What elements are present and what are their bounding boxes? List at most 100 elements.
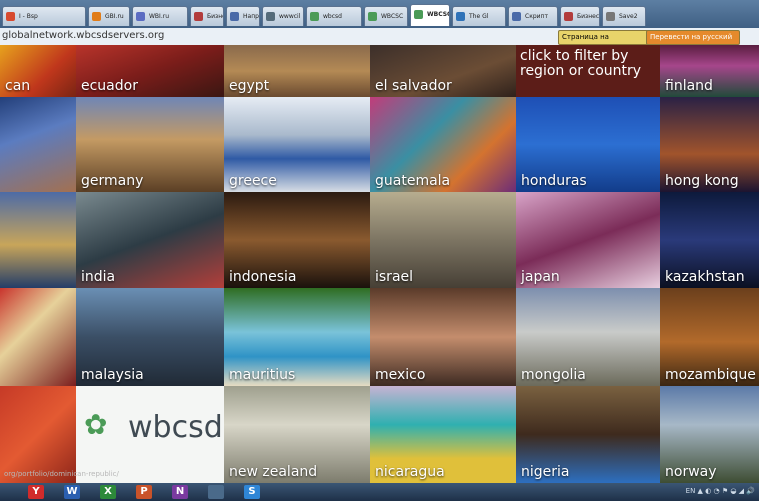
taskbar-app-icon[interactable]	[208, 485, 224, 499]
system-tray: EN ▲ ◐ ◔ ⚑ ◒ ◢ 🔊	[685, 487, 755, 495]
country-tile[interactable]: nicaragua	[370, 386, 516, 483]
browser-tab[interactable]: Бизнес	[560, 6, 600, 26]
country-label: indonesia	[229, 269, 297, 285]
translate-russian-button[interactable]: Перевести на русский	[646, 30, 740, 45]
country-tile[interactable]: norway	[660, 386, 759, 483]
country-label: india	[81, 269, 116, 285]
tab-favicon-icon	[92, 12, 101, 21]
country-label: mexico	[375, 367, 426, 383]
country-label: greece	[229, 173, 277, 189]
country-label: hong kong	[665, 173, 739, 189]
taskbar-app-icon[interactable]: W	[64, 485, 80, 499]
country-tile[interactable]: mozambique	[660, 288, 759, 386]
browser-tab[interactable]: GBI.ru	[88, 6, 130, 26]
country-tile[interactable]: mongolia	[516, 288, 660, 386]
tab-favicon-icon	[368, 12, 377, 21]
tab-favicon-icon	[266, 12, 275, 21]
country-label: el salvador	[375, 78, 452, 94]
country-tile[interactable]: guatemala	[370, 97, 516, 192]
logo-text: wbcsd	[128, 410, 223, 445]
tab-favicon-icon	[230, 12, 239, 21]
wbcsd-logo-icon: ✿	[84, 408, 108, 441]
browser-tab[interactable]: Скрипт	[508, 6, 558, 26]
country-tile[interactable]: germany	[76, 97, 224, 192]
browser-tab[interactable]: The Gl	[452, 6, 506, 26]
country-label: egypt	[229, 78, 270, 94]
browser-tab[interactable]: Бизнес	[190, 6, 224, 26]
taskbar-app-icon[interactable]: Y	[28, 485, 44, 499]
tab-label: I - Bsp	[19, 13, 38, 20]
country-label: germany	[81, 173, 144, 189]
country-tile[interactable]: greece	[224, 97, 370, 192]
country-tile[interactable]: can	[0, 45, 76, 97]
country-tile[interactable]: ecuador	[76, 45, 224, 97]
tab-label: WBCSC	[427, 11, 450, 18]
country-tile[interactable]: mauritius	[224, 288, 370, 386]
country-tile[interactable]: mexico	[370, 288, 516, 386]
country-label: israel	[375, 269, 414, 285]
tab-label: Скрипт	[525, 13, 548, 20]
country-label: malaysia	[81, 367, 144, 383]
browser-tab[interactable]: WBI.ru	[132, 6, 188, 26]
tab-label: Бизнес	[577, 13, 600, 20]
country-tile[interactable]: india	[76, 192, 224, 288]
status-url: org/portfolio/dominican-republic/	[4, 470, 119, 478]
country-tile[interactable]: el salvador	[370, 45, 516, 97]
country-tile[interactable]	[0, 97, 76, 192]
url-text[interactable]: globalnetwork.wbcsdservers.org	[2, 30, 164, 41]
tab-favicon-icon	[606, 12, 615, 21]
browser-tab-bar: I - Bsp GBI.ru WBI.ru Бизнес Напр. wwwcil wbcs…	[0, 0, 759, 28]
country-label: finland	[665, 78, 713, 94]
country-label: kazakhstan	[665, 269, 745, 285]
country-grid: can ecuador egypt el salvador click to filte…	[0, 45, 759, 483]
country-tile[interactable]: israel	[370, 192, 516, 288]
country-tile[interactable]	[0, 386, 76, 483]
country-tile[interactable]: japan	[516, 192, 660, 288]
taskbar-app-icon[interactable]: N	[172, 485, 188, 499]
tab-label: Save2	[619, 13, 638, 20]
taskbar: EN ▲ ◐ ◔ ⚑ ◒ ◢ 🔊 Y W X P N S	[0, 483, 759, 501]
country-tile[interactable]: nigeria	[516, 386, 660, 483]
filter-prompt: click to filter by region or country	[520, 48, 642, 79]
country-tile[interactable]: indonesia	[224, 192, 370, 288]
translate-english-button[interactable]: Страница на английском	[558, 30, 650, 54]
filter-region-tile[interactable]: click to filter by region or country	[516, 45, 660, 97]
tab-favicon-icon	[136, 12, 145, 21]
country-tile[interactable]: malaysia	[76, 288, 224, 386]
browser-tab[interactable]: Save2	[602, 6, 646, 26]
country-label: can	[5, 78, 31, 94]
tab-label: WBI.ru	[149, 13, 169, 20]
tab-favicon-icon	[512, 12, 521, 21]
browser-tab[interactable]: WBCSC	[364, 6, 408, 26]
taskbar-app-icon[interactable]: P	[136, 485, 152, 499]
taskbar-app-icon[interactable]: S	[244, 485, 260, 499]
wbcsd-logo-tile: ✿ wbcsd	[76, 386, 224, 483]
country-label: japan	[521, 269, 560, 285]
tab-favicon-icon	[414, 10, 423, 19]
country-label: nicaragua	[375, 464, 445, 480]
country-tile[interactable]: hong kong	[660, 97, 759, 192]
tab-label: wwwcil	[279, 13, 301, 20]
country-label: new zealand	[229, 464, 318, 480]
tab-label: WBCSC	[381, 13, 404, 20]
country-tile[interactable]	[0, 192, 76, 288]
browser-tab[interactable]: wbcsd	[306, 6, 362, 26]
address-bar[interactable]: globalnetwork.wbcsdservers.org Страница …	[0, 28, 759, 54]
country-tile[interactable]	[0, 288, 76, 386]
country-label: mauritius	[229, 367, 296, 383]
country-tile[interactable]: honduras	[516, 97, 660, 192]
country-tile[interactable]: kazakhstan	[660, 192, 759, 288]
tab-label: Напр.	[243, 13, 260, 20]
taskbar-app-icon[interactable]: X	[100, 485, 116, 499]
country-label: ecuador	[81, 78, 138, 94]
browser-tab[interactable]: I - Bsp	[2, 6, 86, 26]
country-tile[interactable]: new zealand	[224, 386, 370, 483]
tab-label: Бизнес	[207, 13, 223, 20]
browser-tab[interactable]: WBCSC	[410, 4, 450, 26]
tab-label: The Gl	[469, 13, 489, 20]
browser-tab[interactable]: wwwcil	[262, 6, 304, 26]
browser-tab[interactable]: Напр.	[226, 6, 260, 26]
country-tile[interactable]: finland	[660, 45, 759, 97]
country-tile[interactable]: egypt	[224, 45, 370, 97]
country-label: nigeria	[521, 464, 570, 480]
